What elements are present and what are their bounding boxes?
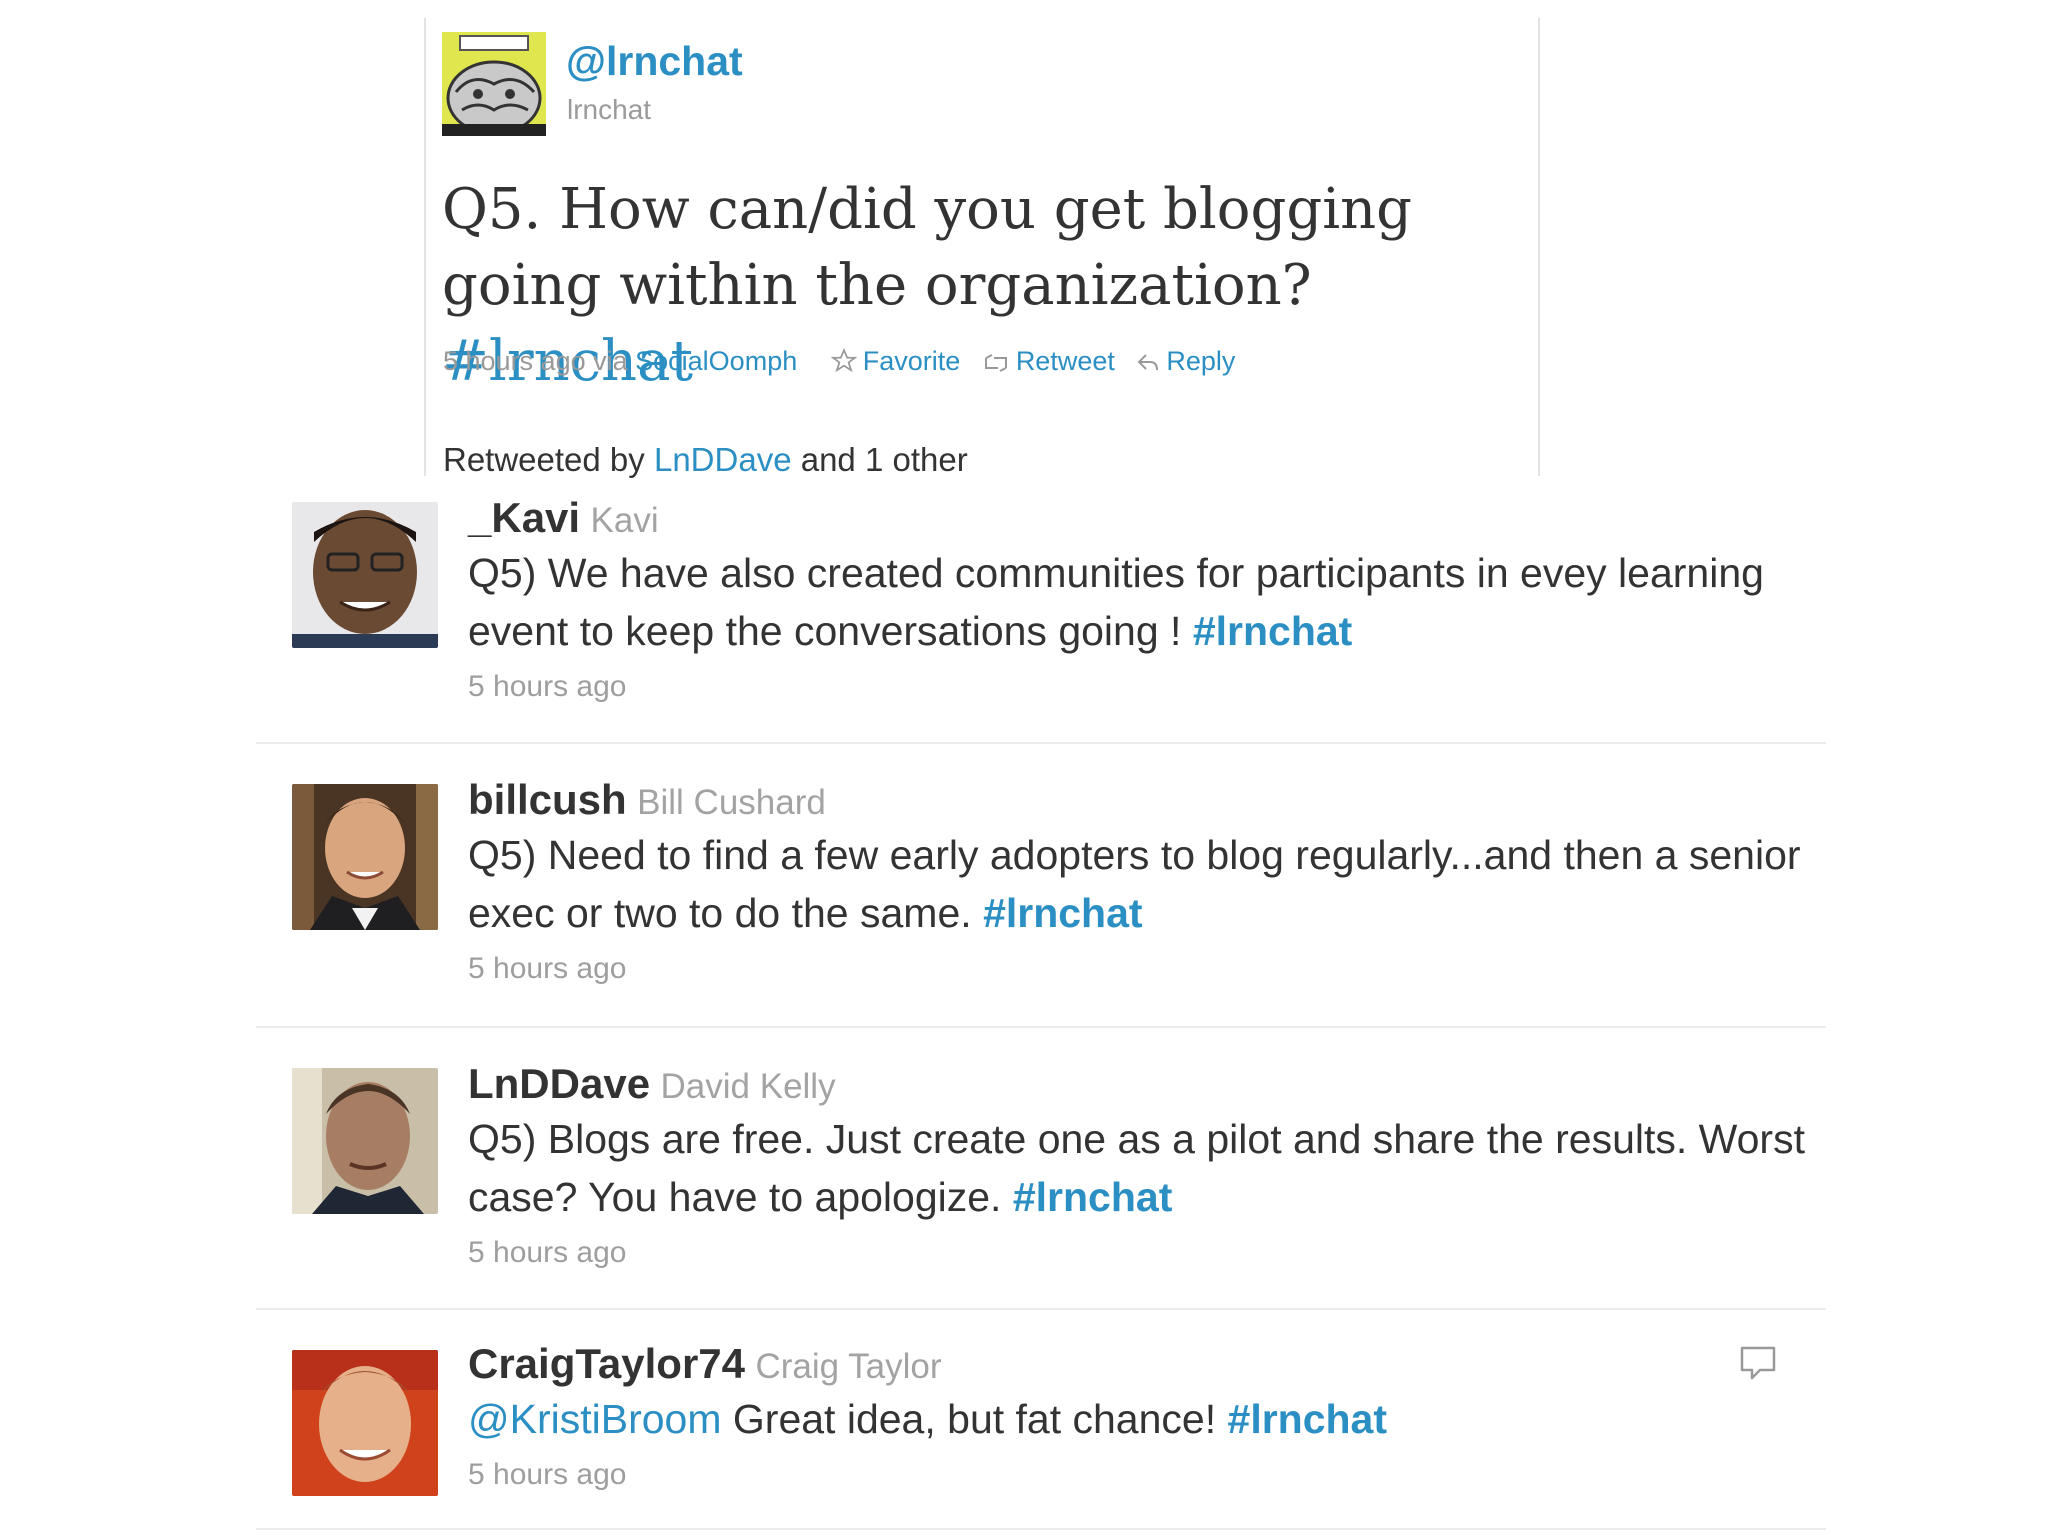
featured-tweet-body: Q5. How can/did you get blogging going w… <box>442 177 1413 318</box>
reply-button[interactable]: Reply <box>1136 346 1235 376</box>
tweet-text: Q5) Blogs are free. Just create one as a… <box>468 1110 1818 1226</box>
retweet-button[interactable]: Retweet <box>982 346 1123 376</box>
avatar[interactable] <box>292 1350 438 1496</box>
tweet-username[interactable]: _Kavi <box>468 494 580 541</box>
tweet-item: LnDDave David Kelly Q5) Blogs are free. … <box>256 1056 1826 1310</box>
featured-handle[interactable]: @lrnchat <box>566 38 743 85</box>
speech-bubble-icon[interactable] <box>1738 1344 1778 1389</box>
tweet-display-name: Craig Taylor <box>755 1347 942 1386</box>
retweeted-user-link[interactable]: LnDDave <box>654 441 792 478</box>
source-link[interactable]: SocialOomph <box>635 346 797 376</box>
tweet-item: _Kavi Kavi Q5) We have also created comm… <box>256 490 1826 744</box>
retweet-label: Retweet <box>1015 346 1115 376</box>
tweet-username[interactable]: LnDDave <box>468 1060 650 1107</box>
tweet-header: LnDDave David Kelly <box>468 1060 836 1108</box>
featured-display-name: lrnchat <box>567 94 652 125</box>
divider <box>256 1308 1826 1310</box>
lrnchat-avatar[interactable] <box>442 32 546 136</box>
tweet-text: @KristiBroom Great idea, but fat chance!… <box>468 1390 1818 1448</box>
tweet-text: Q5) We have also created communities for… <box>468 544 1818 660</box>
tweet-item: billcush Bill Cushard Q5) Need to find a… <box>256 774 1826 1028</box>
tweet-username[interactable]: CraigTaylor74 <box>468 1340 745 1387</box>
retweeted-by-line: Retweeted by LnDDave and 1 other <box>443 441 968 479</box>
tweet-hashtag[interactable]: #lrnchat <box>983 890 1143 936</box>
avatar[interactable] <box>292 502 438 648</box>
tweet-item: CraigTaylor74 Craig Taylor @KristiBroom … <box>256 1338 1826 1536</box>
tweet-text: Q5) Need to find a few early adopters to… <box>468 826 1818 942</box>
reply-label: Reply <box>1166 346 1236 376</box>
tweet-hashtag[interactable]: #lrnchat <box>1228 1396 1388 1442</box>
tweet-header: CraigTaylor74 Craig Taylor <box>468 1340 942 1388</box>
tweet-header: billcush Bill Cushard <box>468 776 826 824</box>
divider <box>256 1026 1826 1028</box>
retweeted-prefix: Retweeted by <box>443 441 645 478</box>
retweet-icon <box>984 354 1007 372</box>
featured-meta-row: 5 hours ago via SocialOomph Favorite Ret… <box>443 346 1235 377</box>
tweet-mention[interactable]: @KristiBroom <box>468 1396 722 1442</box>
tweet-timestamp[interactable]: 5 hours ago <box>468 1458 626 1492</box>
tweet-timestamp[interactable]: 5 hours ago <box>468 670 626 704</box>
tweet-display-name: David Kelly <box>660 1067 836 1106</box>
divider <box>256 742 1826 744</box>
featured-timestamp: 5 hours ago via <box>443 346 628 376</box>
avatar[interactable] <box>292 784 438 930</box>
favorite-button[interactable]: Favorite <box>830 346 968 376</box>
tweet-display-name: Bill Cushard <box>637 783 826 822</box>
tweet-timestamp[interactable]: 5 hours ago <box>468 952 626 986</box>
star-icon <box>830 347 858 373</box>
divider <box>256 1528 1826 1530</box>
tweet-username[interactable]: billcush <box>468 776 627 823</box>
retweeted-suffix: and 1 other <box>800 441 968 478</box>
tweet-hashtag[interactable]: #lrnchat <box>1013 1174 1173 1220</box>
favorite-label: Favorite <box>862 346 961 376</box>
tweet-header: _Kavi Kavi <box>468 494 659 542</box>
tweet-display-name: Kavi <box>590 501 659 540</box>
tweet-body: Great idea, but fat chance! <box>732 1396 1217 1442</box>
avatar[interactable] <box>292 1068 438 1214</box>
reply-arrow-icon <box>1137 354 1159 371</box>
tweet-body: Q5) We have also created communities for… <box>468 550 1764 654</box>
tweet-hashtag[interactable]: #lrnchat <box>1193 608 1353 654</box>
tweet-timestamp[interactable]: 5 hours ago <box>468 1236 626 1270</box>
